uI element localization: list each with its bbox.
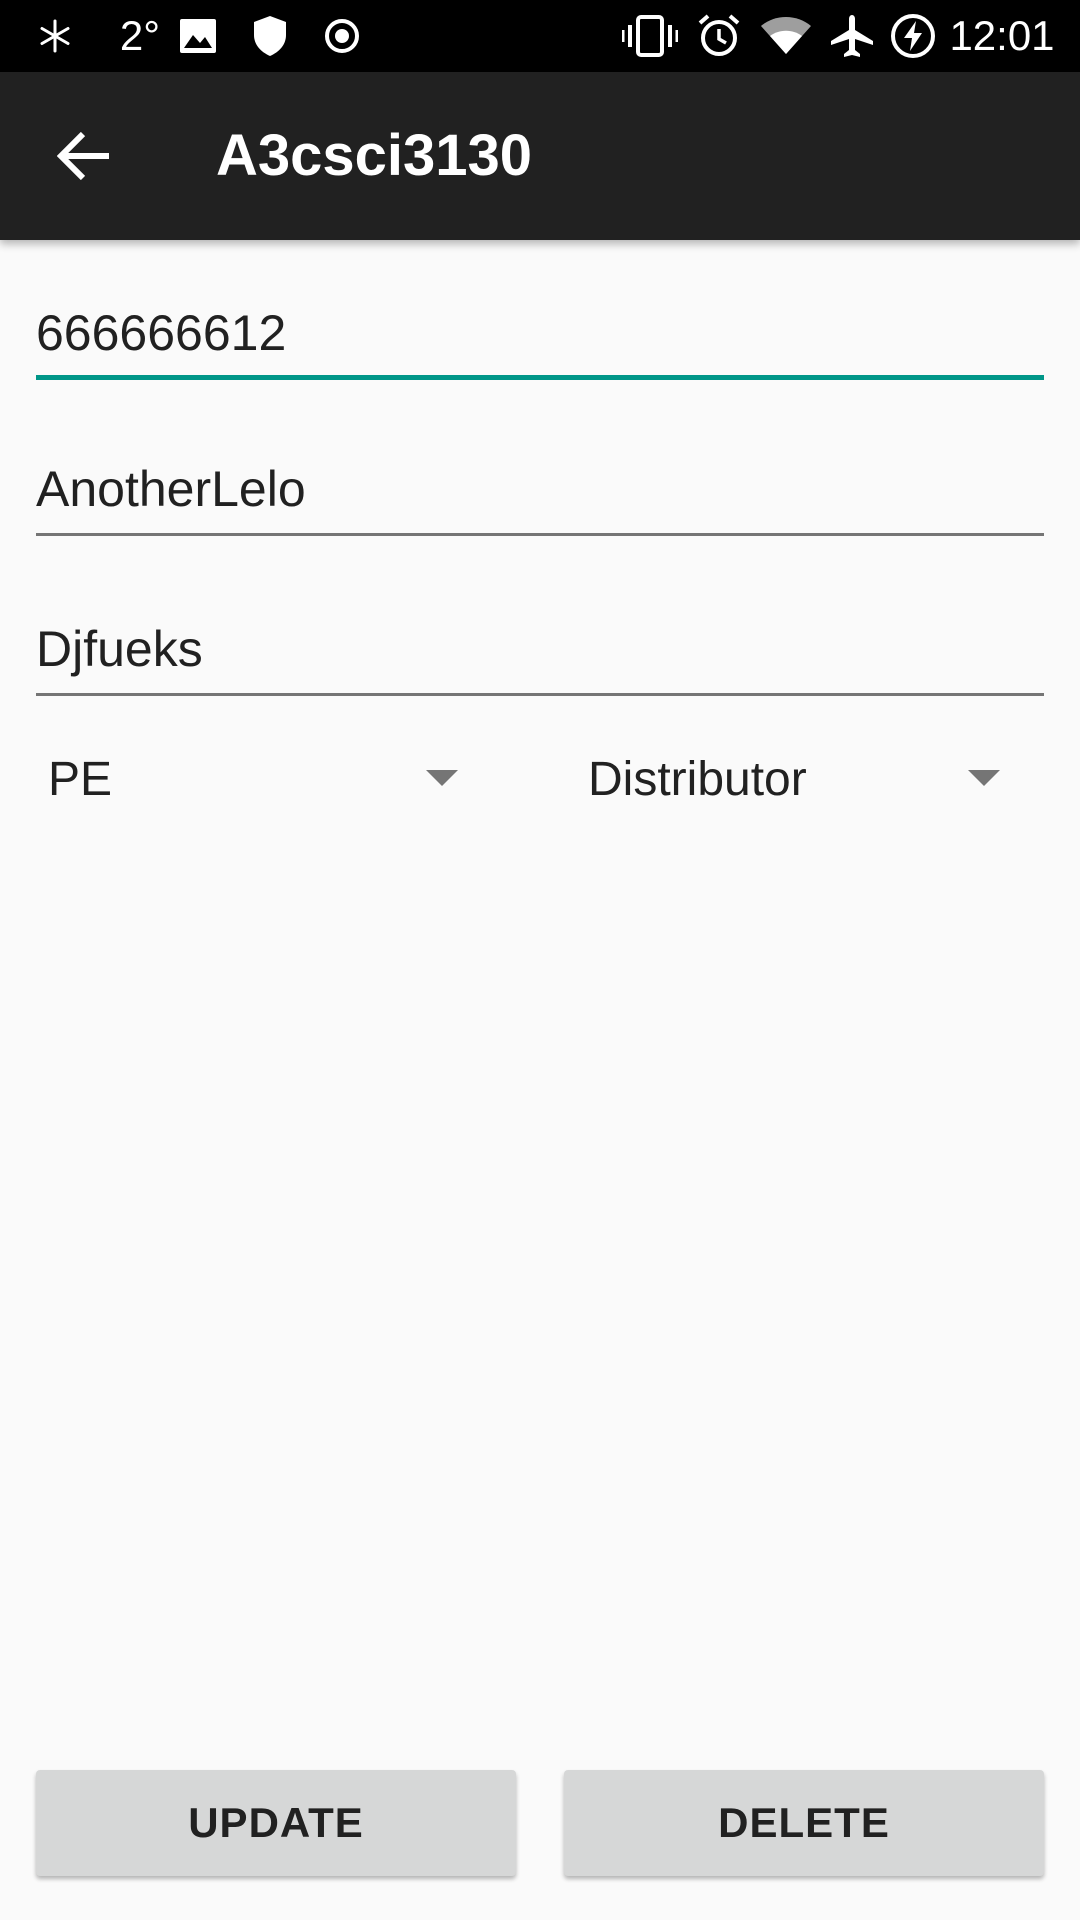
screen: 2° 12:01 A3csci3130 666666612 AnotherLel… [0,0,1080,1920]
alarm-icon [694,0,744,72]
province-spinner-value: PE [48,753,113,806]
business-number-field[interactable]: 666666612 [36,270,1044,380]
status-bar: 2° 12:01 [0,0,1080,72]
business-number-value: 666666612 [36,305,287,361]
page-title: A3csci3130 [216,123,533,188]
name-value: AnotherLelo [36,461,306,517]
arrow-back-icon [57,132,109,180]
name-field[interactable]: AnotherLelo [36,426,1044,536]
snowflake-icon [30,0,80,72]
field-underline [36,375,1044,380]
wifi-icon [758,0,814,72]
record-icon [320,0,364,72]
business-type-spinner[interactable]: Distributor [576,730,1016,830]
province-spinner[interactable]: PE [36,730,476,830]
delete-button[interactable]: DELETE [564,1770,1044,1876]
address-value: Djfueks [36,621,203,677]
address-field[interactable]: Djfueks [36,586,1044,696]
dropdown-arrow-icon [968,770,1000,786]
battery-charging-icon [888,0,938,72]
field-underline [36,693,1044,696]
back-button[interactable] [44,116,124,196]
app-bar: A3csci3130 [0,72,1080,240]
dropdown-arrow-icon [426,770,458,786]
airplane-icon [826,0,878,72]
image-icon [176,0,220,72]
field-underline [36,533,1044,536]
shield-icon [248,0,292,72]
update-button[interactable]: UPDATE [36,1770,516,1876]
business-type-spinner-value: Distributor [588,753,807,806]
vibrate-icon [620,0,680,72]
temperature-text: 2° [119,12,161,59]
clock-text: 12:01 [949,12,1055,59]
